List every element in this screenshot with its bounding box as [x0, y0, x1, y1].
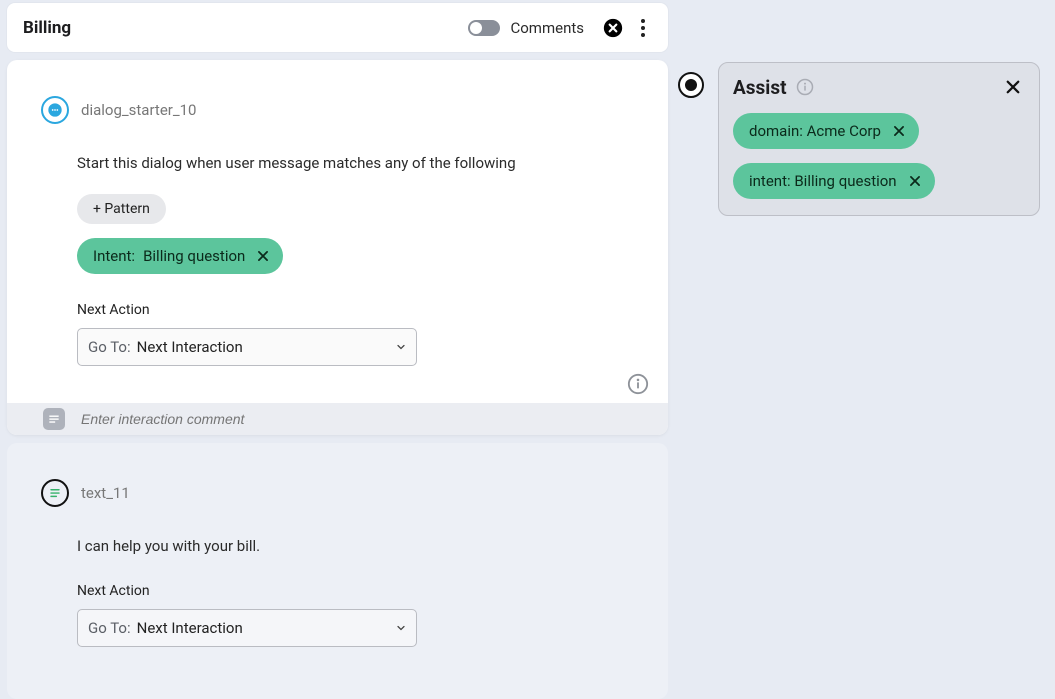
- next-action-label: Next Action: [77, 583, 598, 599]
- text-interaction-card[interactable]: text_11 I can help you with your bill. N…: [7, 443, 668, 699]
- card-info-button[interactable]: [626, 372, 650, 396]
- card-name: dialog_starter_10: [81, 101, 197, 119]
- text-lines-icon: [47, 485, 63, 501]
- intent-chip[interactable]: Intent: Billing question: [77, 238, 283, 274]
- remove-chip-button[interactable]: [889, 121, 909, 141]
- dialog-header: Billing Comments: [7, 3, 668, 52]
- comment-input[interactable]: [79, 410, 668, 428]
- select-prefix: Go To:: [88, 619, 131, 637]
- chip-label: intent: Billing question: [749, 172, 897, 190]
- remove-intent-button[interactable]: [253, 246, 273, 266]
- comment-icon: [43, 408, 65, 430]
- comments-label: Comments: [510, 19, 584, 37]
- info-icon: [796, 78, 814, 96]
- connector-port[interactable]: [678, 72, 704, 98]
- next-action-select[interactable]: Go To: Next Interaction: [77, 609, 417, 647]
- add-pattern-label: + Pattern: [93, 201, 150, 217]
- info-icon: [627, 373, 649, 395]
- dialog-starter-icon: [41, 96, 69, 124]
- text-content: I can help you with your bill.: [77, 537, 598, 555]
- dialog-title: Billing: [23, 18, 468, 38]
- chat-circle-icon: [47, 102, 63, 118]
- assist-info-button[interactable]: [795, 77, 815, 97]
- remove-chip-button[interactable]: [905, 171, 925, 191]
- assist-panel: Assist domain: Acme Corp intent: Bil: [718, 62, 1040, 216]
- assist-chip-domain[interactable]: domain: Acme Corp: [733, 113, 919, 149]
- comments-toggle-wrap: Comments: [468, 19, 584, 37]
- assist-title: Assist: [733, 76, 787, 99]
- chevron-down-icon: [394, 621, 408, 635]
- more-vertical-icon: [641, 19, 645, 37]
- card-name: text_11: [81, 484, 130, 502]
- chevron-down-icon: [394, 340, 408, 354]
- close-icon: [908, 174, 922, 188]
- next-action-label: Next Action: [77, 302, 598, 318]
- add-pattern-button[interactable]: + Pattern: [77, 194, 166, 224]
- dialog-starter-card: dialog_starter_10 Start this dialog when…: [7, 60, 668, 435]
- select-value: Next Interaction: [137, 619, 243, 637]
- select-value: Next Interaction: [137, 338, 243, 356]
- close-dialog-button[interactable]: [602, 17, 624, 39]
- assist-chip-intent[interactable]: intent: Billing question: [733, 163, 935, 199]
- comment-strip: [7, 403, 668, 435]
- chip-label: domain: Acme Corp: [749, 122, 881, 140]
- close-icon: [256, 249, 270, 263]
- close-icon: [892, 124, 906, 138]
- close-icon: [1004, 78, 1022, 96]
- starter-instruction: Start this dialog when user message matc…: [77, 154, 598, 172]
- intent-key: Intent:: [93, 247, 135, 265]
- text-interaction-icon: [41, 479, 69, 507]
- next-action-select[interactable]: Go To: Next Interaction: [77, 328, 417, 366]
- card-header: dialog_starter_10: [7, 60, 668, 124]
- close-circle-icon: [603, 18, 623, 38]
- card-header: text_11: [7, 443, 668, 507]
- intent-value: Billing question: [143, 247, 245, 265]
- comments-toggle[interactable]: [468, 20, 500, 36]
- more-menu-button[interactable]: [634, 17, 652, 39]
- select-prefix: Go To:: [88, 338, 131, 356]
- assist-close-button[interactable]: [1001, 75, 1025, 99]
